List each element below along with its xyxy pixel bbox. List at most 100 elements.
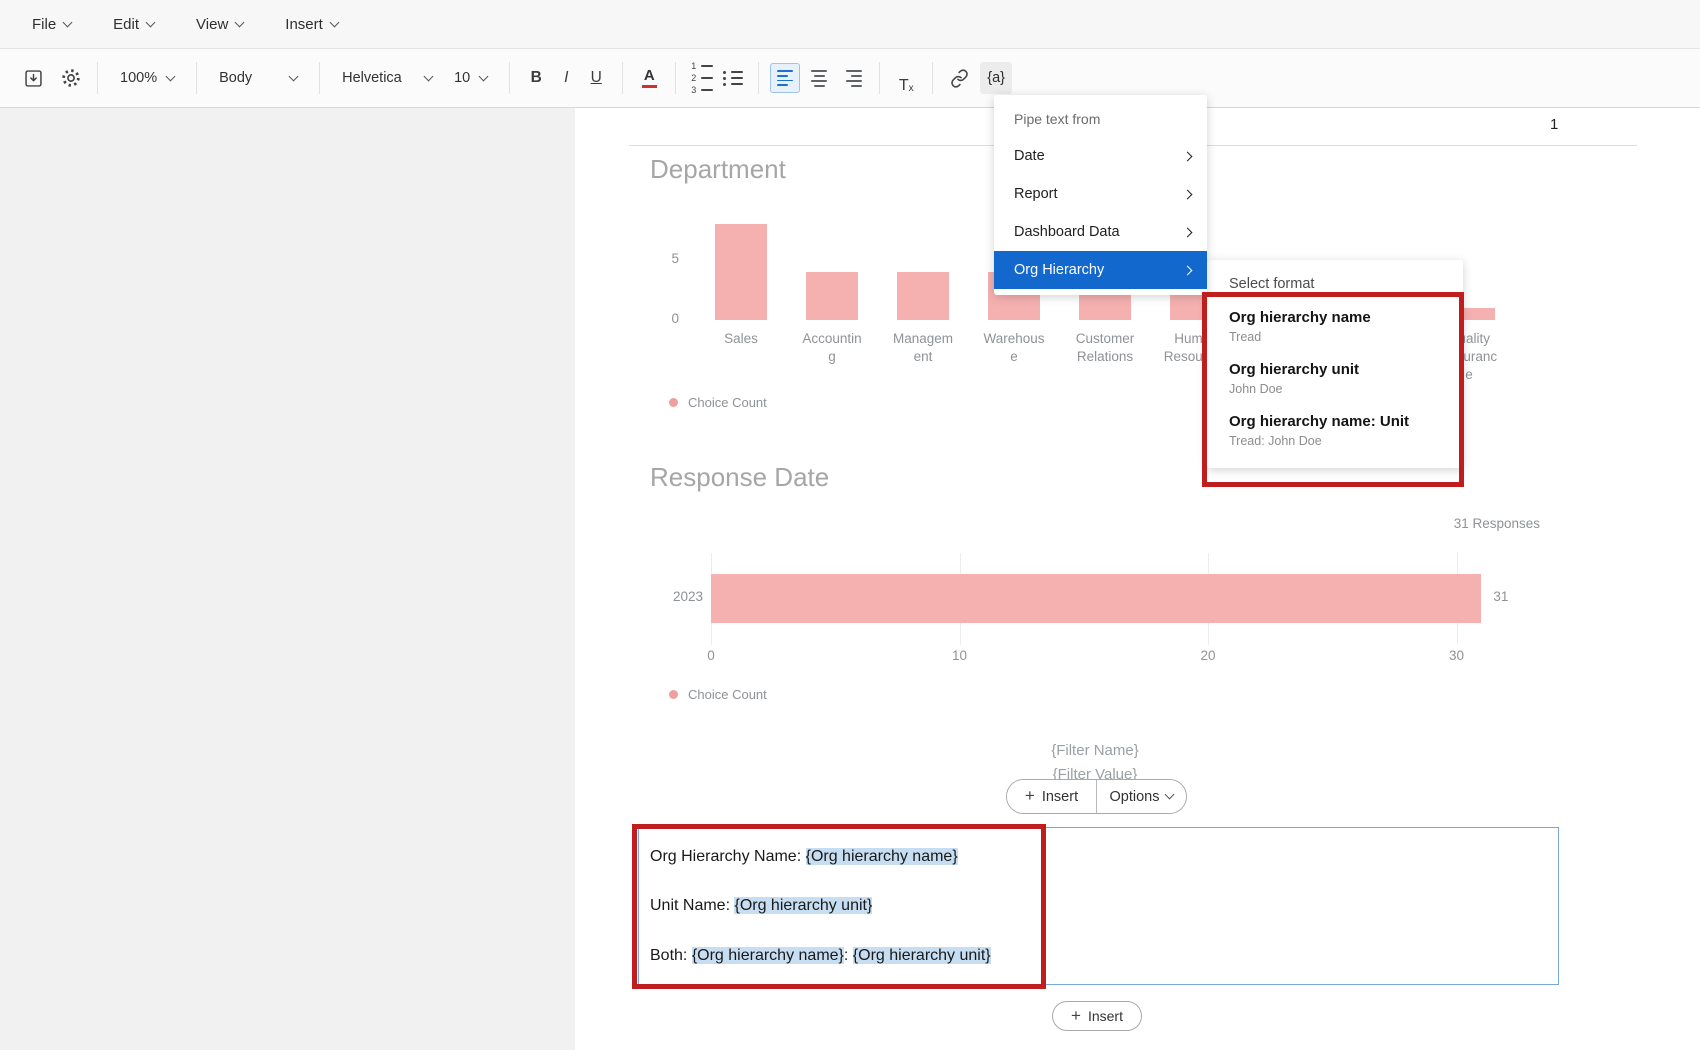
align-right-button[interactable] — [838, 63, 868, 93]
pipe-text-menu: Pipe text from Date Report Dashboard Data O… — [994, 95, 1207, 295]
dept-y-tick: 5 — [645, 251, 679, 266]
font-value: Helvetica — [342, 70, 402, 86]
menubar-item-label: Insert — [285, 16, 323, 33]
format-menu-items: Org hierarchy nameTreadOrg hierarchy uni… — [1207, 300, 1463, 456]
toolbar-separator — [675, 62, 676, 94]
italic-button[interactable]: I — [551, 61, 581, 95]
insert-label: Insert — [1042, 789, 1078, 805]
select-format-menu: Select format Org hierarchy nameTreadOrg… — [1207, 260, 1463, 468]
legend-label: Choice Count — [688, 395, 767, 410]
menubar-item-view[interactable]: View — [196, 16, 243, 33]
paragraph-style-dropdown[interactable]: Body — [208, 61, 308, 95]
chevron-right-icon — [1183, 189, 1193, 199]
hbar-value-label: 31 — [1493, 589, 1508, 604]
pipe-menu-item-label: Report — [1014, 186, 1058, 202]
hbar-x-tick: 0 — [686, 648, 736, 663]
insert-label: Insert — [1088, 1008, 1123, 1024]
font-size-value: 10 — [454, 70, 470, 86]
legend-label: Choice Count — [688, 687, 767, 702]
settings-button[interactable] — [56, 61, 86, 95]
export-button[interactable] — [18, 61, 48, 95]
insert-options-button: + Insert Options — [1006, 779, 1187, 814]
piped-text-line[interactable]: Org Hierarchy Name: {Org hierarchy name} — [650, 848, 958, 866]
piped-text-line[interactable]: Unit Name: {Org hierarchy unit} — [650, 897, 872, 915]
clear-formatting-icon: T — [899, 77, 909, 95]
format-menu-item-title: Org hierarchy name: Unit — [1229, 413, 1441, 430]
format-menu-item-example: John Doe — [1229, 382, 1441, 396]
pipe-menu-items: Date Report Dashboard Data Org Hierarchy — [994, 137, 1207, 289]
hbar-category-label: 2023 — [605, 589, 703, 604]
zoom-dropdown[interactable]: 100% — [109, 61, 185, 95]
report-editor-app: File Edit View Insert 100% Body Helvetica — [0, 0, 1700, 1050]
piped-text-token[interactable]: {Org hierarchy unit} — [853, 947, 991, 964]
format-menu-item[interactable]: Org hierarchy nameTread — [1207, 300, 1463, 352]
chevron-right-icon — [1183, 227, 1193, 237]
chevron-down-icon — [329, 17, 339, 27]
menubar-item-label: View — [196, 16, 228, 33]
dept-bar-accounting — [806, 272, 858, 320]
filter-name-placeholder: {Filter Name} — [945, 742, 1245, 759]
align-left-button[interactable] — [770, 63, 800, 93]
text-color-swatch — [642, 85, 657, 88]
pipe-menu-item-date[interactable]: Date — [994, 137, 1207, 175]
chevron-down-icon — [63, 17, 73, 27]
piped-text-button[interactable]: {a} — [980, 62, 1012, 94]
chevron-down-icon — [1165, 790, 1175, 800]
menubar-items: File Edit View Insert — [32, 16, 338, 33]
pipe-menu-item-label: Org Hierarchy — [1014, 262, 1104, 278]
link-icon — [950, 69, 969, 88]
piped-text-token[interactable]: {Org hierarchy unit} — [734, 897, 872, 914]
insert-button-bottom[interactable]: + Insert — [1052, 1001, 1142, 1031]
chevron-down-icon — [166, 71, 176, 81]
pipe-menu-item-org-hierarchy[interactable]: Org Hierarchy — [994, 251, 1207, 289]
chevron-down-icon — [235, 17, 245, 27]
chevron-right-icon — [1183, 265, 1193, 275]
format-menu-item-title: Org hierarchy unit — [1229, 361, 1441, 378]
numbered-list-icon: 1 2 3 — [691, 62, 713, 95]
pipe-menu-item-label: Dashboard Data — [1014, 224, 1120, 240]
response-date-chart-title: Response Date — [650, 462, 829, 493]
text-color-button[interactable]: A — [634, 61, 664, 95]
dept-bar-management — [897, 272, 949, 320]
numbered-list-button[interactable]: 1 2 3 — [687, 61, 717, 95]
export-icon — [23, 68, 44, 89]
dept-category-label: Sales — [689, 330, 793, 348]
pipe-menu-item-dashboard-data[interactable]: Dashboard Data — [994, 213, 1207, 251]
chevron-down-icon — [479, 71, 489, 81]
piped-text-token[interactable]: {Org hierarchy name} — [806, 848, 958, 865]
font-dropdown[interactable]: Helvetica — [331, 61, 443, 95]
format-menu-item[interactable]: Org hierarchy unit John Doe — [1207, 352, 1463, 404]
menubar-item-file[interactable]: File — [32, 16, 71, 33]
bold-button[interactable]: B — [521, 61, 551, 95]
legend-dot-icon — [669, 690, 678, 699]
format-menu-header: Select format — [1207, 266, 1463, 300]
format-menu-item[interactable]: Org hierarchy name: Unit Tread: John Doe — [1207, 404, 1463, 456]
pipe-menu-item-label: Date — [1014, 148, 1045, 164]
menubar-item-edit[interactable]: Edit — [113, 16, 154, 33]
align-center-icon — [811, 70, 827, 72]
toolbar-separator — [622, 62, 623, 94]
department-chart-title: Department — [650, 154, 786, 185]
options-button[interactable]: Options — [1097, 780, 1186, 813]
page-number: 1 — [1550, 116, 1558, 133]
dept-category-label: Accountin g — [780, 330, 884, 366]
pipe-menu-item-report[interactable]: Report — [994, 175, 1207, 213]
insert-button[interactable]: + Insert — [1007, 780, 1096, 813]
piped-text-token[interactable]: {Org hierarchy name} — [692, 947, 844, 964]
underline-button[interactable]: U — [581, 61, 611, 95]
font-size-dropdown[interactable]: 10 — [443, 61, 498, 95]
chevron-right-icon — [1183, 151, 1193, 161]
format-menu-item-example: Tread: John Doe — [1229, 434, 1441, 448]
menubar-item-insert[interactable]: Insert — [285, 16, 338, 33]
hbar-x-tick: 20 — [1183, 648, 1233, 663]
pipe-menu-header: Pipe text from — [994, 99, 1207, 137]
paragraph-style-value: Body — [219, 70, 252, 86]
piped-text-line[interactable]: Both: {Org hierarchy name}: {Org hierarc… — [650, 947, 991, 965]
chevron-down-icon — [146, 17, 156, 27]
align-center-button[interactable] — [804, 63, 834, 93]
link-button[interactable] — [944, 61, 974, 95]
bulleted-list-button[interactable] — [717, 61, 747, 95]
dept-category-label: Warehous e — [962, 330, 1066, 366]
text-color-letter: A — [644, 68, 655, 83]
clear-formatting-button[interactable]: Tx — [891, 61, 921, 95]
